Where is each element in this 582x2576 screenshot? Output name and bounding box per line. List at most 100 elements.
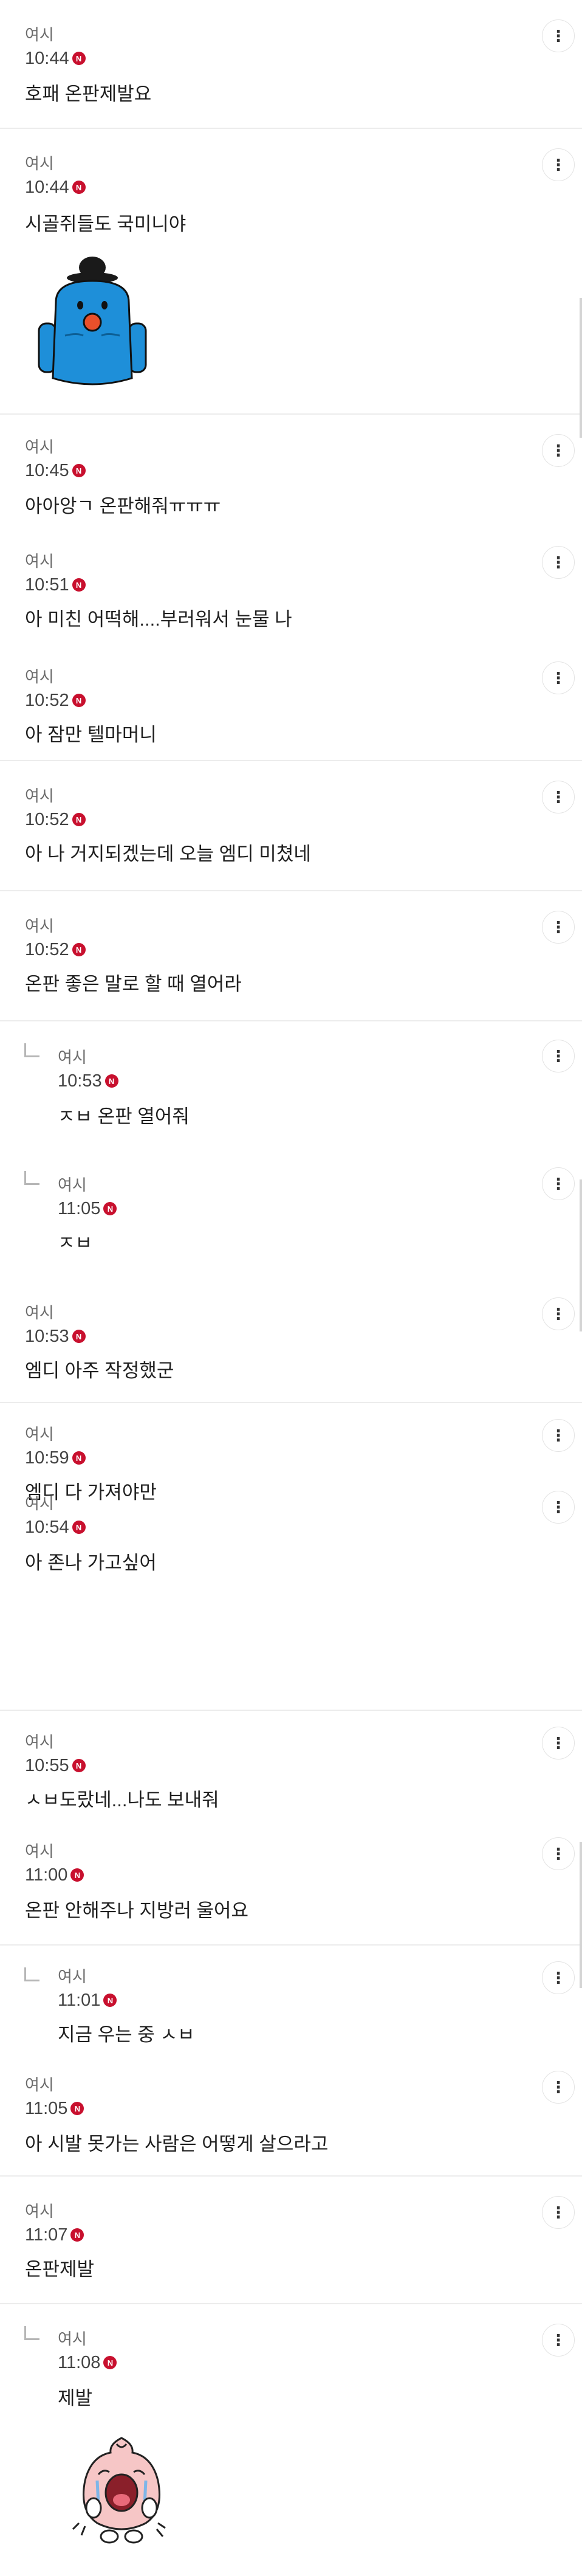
more-options-button[interactable]: ⋮ [542, 1297, 575, 1330]
comment-item: 여시 10:52 N 아 나 거지되겠는데 오늘 엠디 미쳤네 ⋮ [0, 761, 582, 891]
comment-time: 10:52 [25, 691, 69, 710]
more-vertical-icon: ⋮ [550, 1305, 566, 1323]
more-options-button[interactable]: ⋮ [542, 19, 575, 52]
comment-author: 여시 [25, 1494, 54, 1513]
more-options-button[interactable]: ⋮ [542, 911, 575, 944]
more-vertical-icon: ⋮ [550, 2078, 566, 2096]
comment-author: 여시 [25, 917, 54, 935]
comment-item: 여시 10:44 N 호패 온판제발요 ⋮ [0, 0, 582, 129]
comment-time: 10:44 [25, 178, 69, 197]
comment-text: 엠디 아주 작정했군 [25, 1360, 174, 1381]
comment-item: 여시 10:59 N 엠디 다 가져야만 ⋮ [0, 1403, 582, 1503]
more-options-button[interactable]: ⋮ [542, 781, 575, 813]
comment-item: 여시 11:05 N 아 시발 못가는 사람은 어떻게 살으라고 ⋮ [0, 2071, 582, 2177]
comment-author: 여시 [25, 1425, 54, 1443]
new-badge: N [103, 2356, 117, 2369]
comment-text: 아 잠만 텔마머니 [25, 724, 157, 745]
more-options-button[interactable]: ⋮ [542, 1419, 575, 1452]
comment-author: 여시 [58, 1048, 87, 1066]
new-badge: N [72, 1759, 86, 1772]
comment-text: 온판 좋은 말로 할 때 열어라 [25, 973, 242, 995]
comment-meta: 11:07 N [25, 2225, 84, 2245]
more-vertical-icon: ⋮ [550, 788, 566, 806]
new-badge: N [72, 694, 86, 707]
comment-author: 여시 [25, 1304, 54, 1322]
more-options-button[interactable]: ⋮ [542, 2324, 575, 2357]
comment-item: 여시 10:52 N 아 잠만 텔마머니 ⋮ [0, 646, 582, 761]
reply-arrow-icon [24, 1043, 39, 1057]
more-options-button[interactable]: ⋮ [542, 434, 575, 467]
comment-author: 여시 [25, 26, 54, 44]
more-options-button[interactable]: ⋮ [542, 1961, 575, 1994]
more-options-button[interactable]: ⋮ [542, 1491, 575, 1524]
comment-time: 10:54 [25, 1518, 69, 1537]
comment-author: 여시 [25, 154, 54, 173]
more-vertical-icon: ⋮ [550, 1498, 566, 1516]
reply-arrow-icon [24, 1171, 39, 1185]
more-options-button[interactable]: ⋮ [542, 546, 575, 579]
comment-time: 11:07 [25, 2225, 68, 2245]
comment-item: 여시 10:51 N 아 미친 어떡해....부러워서 눈물 나 ⋮ [0, 531, 582, 646]
more-options-button[interactable]: ⋮ [542, 1167, 575, 1200]
reply-item: 여시 11:05 N ㅈㅂ ⋮ [0, 1149, 582, 1282]
blue-bird-sticker [38, 257, 147, 385]
comment-text: ㅈㅂ 온판 열어줘 [58, 1106, 190, 1127]
more-vertical-icon: ⋮ [550, 669, 566, 687]
new-badge: N [72, 813, 86, 826]
new-badge: N [72, 464, 86, 477]
comment-text: 호패 온판제발요 [25, 83, 152, 105]
comment-author: 여시 [25, 552, 54, 570]
comment-item: 여시 10:55 N ㅅㅂ도랐네...나도 보내줘 ⋮ [0, 1711, 582, 1826]
comment-item: 여시 11:00 N 온판 안해주나 지방러 울어요 ⋮ [0, 1826, 582, 1946]
more-options-button[interactable]: ⋮ [542, 661, 575, 694]
comment-meta: 10:55 N [25, 1756, 86, 1775]
comment-meta: 11:08 N [58, 2353, 117, 2372]
new-badge: N [72, 943, 86, 956]
more-options-button[interactable]: ⋮ [542, 148, 575, 181]
comment-time: 10:45 [25, 461, 69, 480]
comment-meta: 10:54 N [25, 1518, 86, 1537]
comment-author: 여시 [25, 1733, 54, 1751]
comment-item: 여시 10:52 N 온판 좋은 말로 할 때 열어라 ⋮ [0, 891, 582, 1021]
comment-author: 여시 [25, 438, 54, 456]
comment-time: 11:05 [58, 1199, 101, 1218]
more-vertical-icon: ⋮ [550, 1734, 566, 1752]
more-options-button[interactable]: ⋮ [542, 1727, 575, 1759]
new-badge: N [72, 1451, 86, 1465]
comment-author: 여시 [58, 1967, 87, 1986]
new-badge: N [70, 1868, 84, 1882]
new-badge: N [70, 2228, 84, 2242]
more-options-button[interactable]: ⋮ [542, 1040, 575, 1072]
comment-meta: 10:51 N [25, 575, 86, 595]
comment-time: 11:05 [25, 2099, 68, 2118]
comment-meta: 11:00 N [25, 1865, 84, 1885]
more-options-button[interactable]: ⋮ [542, 1837, 575, 1870]
comment-item: 여시 10:54 N 아 존나 가고싶어 ⋮ [0, 1491, 582, 1711]
new-badge: N [103, 1202, 117, 1215]
reply-arrow-icon [24, 1967, 39, 1981]
scrollbar-thumb[interactable] [580, 298, 582, 438]
comment-text: 지금 우는 중 ㅅㅂ [58, 2024, 195, 2045]
comment-text: 아아앙ㄱ 온판해줘ㅠㅠㅠ [25, 496, 221, 517]
comment-meta: 10:45 N [25, 461, 86, 480]
comment-time: 10:53 [58, 1071, 102, 1091]
scrollbar-thumb[interactable] [580, 1842, 582, 1988]
new-badge: N [103, 1994, 117, 2007]
new-badge: N [72, 181, 86, 194]
reply-item: 여시 11:08 N 제발 ⋮ [0, 2304, 582, 2576]
more-options-button[interactable]: ⋮ [542, 2071, 575, 2104]
comment-meta: 10:52 N [25, 940, 86, 959]
comment-time: 10:55 [25, 1756, 69, 1775]
comment-text: 시골쥐들도 국미니야 [25, 213, 187, 235]
comment-text: 아 시발 못가는 사람은 어떻게 살으라고 [25, 2133, 329, 2155]
comment-item: 여시 10:53 N 엠디 아주 작정했군 ⋮ [0, 1282, 582, 1403]
comment-text: 온판 안해주나 지방러 울어요 [25, 1900, 249, 1921]
comment-meta: 11:05 N [25, 2099, 84, 2118]
comment-time: 10:52 [25, 940, 69, 959]
more-options-button[interactable]: ⋮ [542, 2196, 575, 2229]
more-vertical-icon: ⋮ [550, 553, 566, 571]
comment-author: 여시 [25, 787, 54, 805]
scrollbar-thumb[interactable] [580, 1179, 582, 1331]
crying-apeach-sticker [72, 2437, 166, 2544]
new-badge: N [72, 1330, 86, 1343]
